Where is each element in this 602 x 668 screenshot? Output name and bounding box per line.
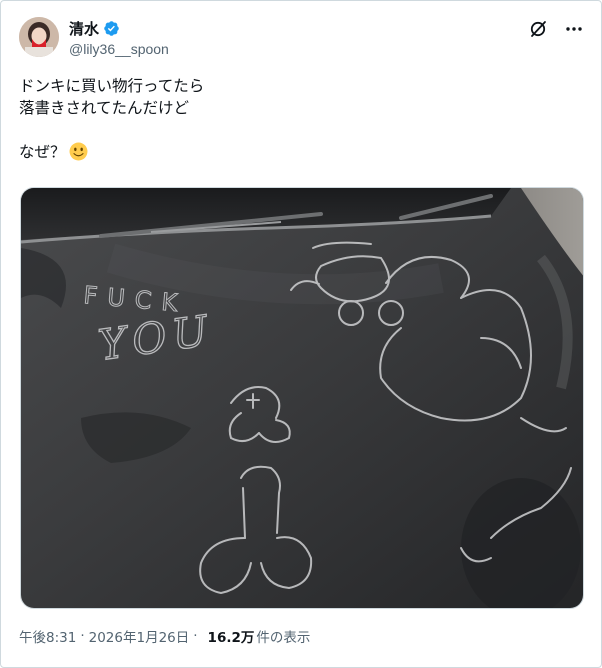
display-name[interactable]: 清水 (69, 18, 99, 39)
slightly-smiling-face-icon (69, 142, 87, 161)
grok-icon[interactable] (525, 17, 551, 41)
tweet-date[interactable]: 2026年1月26日 (89, 626, 190, 646)
tweet-header: 清水 @lily36__spoon (19, 17, 587, 61)
avatar-photo (19, 17, 59, 57)
verified-badge-icon[interactable] (103, 20, 120, 37)
author-names: 清水 @lily36__spoon (69, 18, 169, 58)
more-icon[interactable] (561, 17, 587, 41)
tweet-text-line: なぜ？ (19, 143, 66, 161)
author-handle[interactable]: @lily36__spoon (69, 41, 169, 57)
header-actions (525, 17, 587, 41)
tweet-text: ドンキに買い物行ってたら 落書きされてたんだけど なぜ？ (19, 75, 579, 163)
tweet-photo[interactable]: FUCK YOU (20, 187, 584, 609)
meta-separator: · (80, 628, 85, 644)
views-count[interactable]: 16.2万 (208, 626, 255, 646)
views-label: 件の表示 (256, 630, 311, 646)
tweet-card: 清水 @lily36__spoon ドンキに買い物行ってたら 落書きされてたんだ… (0, 0, 602, 668)
tweet-meta: 午後8:31 · 2026年1月26日 · 16.2万 件の表示 (19, 626, 310, 646)
display-name-row: 清水 (69, 18, 169, 38)
car-hood-photo: FUCK YOU (21, 188, 583, 608)
tweet-time[interactable]: 午後8:31 (19, 626, 76, 646)
tweet-text-line: 落書きされてたんだけど (19, 99, 190, 117)
meta-separator: · (193, 628, 198, 644)
tweet-text-last-line: なぜ？ (19, 141, 579, 163)
avatar[interactable] (19, 17, 59, 57)
tweet-text-line: ドンキに買い物行ってたら (19, 77, 205, 95)
